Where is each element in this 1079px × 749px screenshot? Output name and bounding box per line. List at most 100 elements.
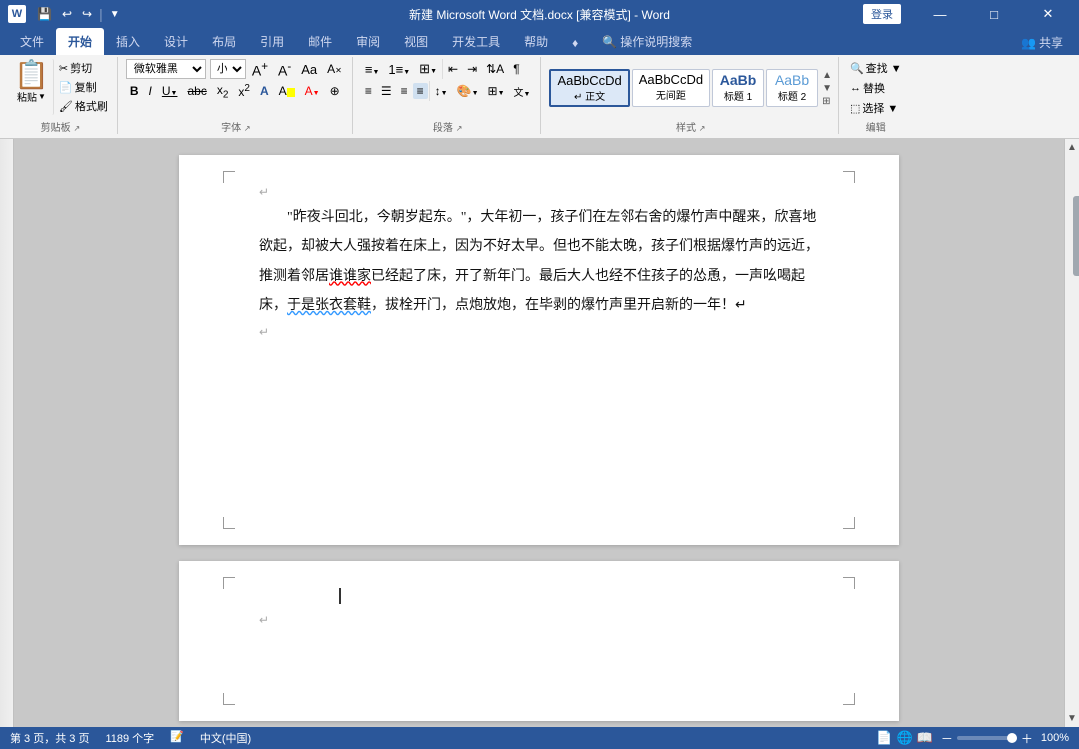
font-content: 微软雅黑 小四 A+ A- Aa A✕ B I U▼ xyxy=(126,59,346,117)
zoom-in-btn[interactable]: ＋ xyxy=(1021,730,1033,747)
page2-content[interactable]: ↵ xyxy=(179,561,899,647)
increase-indent-button[interactable]: ⇥ xyxy=(463,61,481,77)
tab-design[interactable]: 设计 xyxy=(152,28,200,55)
font-controls: 微软雅黑 小四 A+ A- Aa A✕ B I U▼ xyxy=(126,59,346,101)
select-button[interactable]: ⬚ 选择 ▼ xyxy=(847,99,905,117)
close-button[interactable]: ✕ xyxy=(1025,0,1071,28)
replace-button[interactable]: ↔ 替换 xyxy=(847,79,905,97)
decrease-indent-button[interactable]: ⇤ xyxy=(444,61,462,77)
scroll-up-arrow[interactable]: ▲ xyxy=(1065,139,1079,156)
vertical-scrollbar[interactable]: ▲ ▼ xyxy=(1064,139,1079,727)
cut-button[interactable]: ✂ 剪切 xyxy=(56,59,111,77)
title-bar-right: 登录 — □ ✕ xyxy=(863,0,1071,28)
web-layout-btn[interactable]: 🌐 xyxy=(896,730,912,746)
justify-button[interactable]: ≡ xyxy=(413,83,428,99)
para-text-3: ，拔栓开门，点炮放炮，在毕剥的爆竹声里开启新的一年！↵ xyxy=(371,298,747,313)
style-no-spacing-label: 无间距 xyxy=(639,87,703,102)
tab-file[interactable]: 文件 xyxy=(8,28,56,55)
style-heading2[interactable]: AaBb 标题 2 xyxy=(766,69,818,107)
text-cursor xyxy=(339,588,341,604)
redo-qa-btn[interactable]: ↪ xyxy=(79,5,95,23)
underline-button[interactable]: U▼ xyxy=(158,83,182,99)
tab-references[interactable]: 引用 xyxy=(248,28,296,55)
qa-dropdown[interactable]: ▼ xyxy=(107,7,123,22)
document-area[interactable]: ↵ "昨夜斗回北，今朝岁起东。"，大年初一，孩子们在左邻右舍的爆竹声中醒来，欣喜… xyxy=(14,139,1064,727)
style-normal[interactable]: AaBbCcDd ↵ 正文 xyxy=(549,69,629,107)
chinese-layout-button[interactable]: 文▼ xyxy=(510,83,535,100)
main-paragraph[interactable]: "昨夜斗回北，今朝岁起东。"，大年初一，孩子们在左邻右舍的爆竹声中醒来，欣喜地欲… xyxy=(259,203,819,321)
border-button[interactable]: ⊞▼ xyxy=(484,83,509,99)
font-size-select[interactable]: 小四 xyxy=(210,59,246,79)
strikethrough-button[interactable]: abc xyxy=(183,83,210,99)
save-qa-btn[interactable]: 💾 xyxy=(34,5,55,23)
tab-developer[interactable]: 开发工具 xyxy=(440,28,512,55)
tab-home[interactable]: 开始 xyxy=(56,28,104,55)
replace-icon: ↔ xyxy=(850,82,861,94)
copy-button[interactable]: 📄 复制 xyxy=(56,78,111,96)
zoom-percent[interactable]: 100% xyxy=(1041,732,1069,744)
clear-format-button[interactable]: A✕ xyxy=(323,61,346,77)
find-button[interactable]: 🔍 查找 ▼ xyxy=(847,59,905,77)
italic-button[interactable]: I xyxy=(145,83,156,99)
style-heading1[interactable]: AaBb 标题 1 xyxy=(712,69,764,107)
font-name-select[interactable]: 微软雅黑 xyxy=(126,59,206,79)
align-left-button[interactable]: ≡ xyxy=(361,83,376,99)
char-shading-button[interactable]: ⊕ xyxy=(326,83,344,99)
tab-help[interactable]: 帮助 xyxy=(512,28,560,55)
undo-qa-btn[interactable]: ↩ xyxy=(59,5,75,23)
styles-expand[interactable]: ⊞ xyxy=(822,96,832,107)
styles-scroll-down[interactable]: ▼ xyxy=(822,83,832,94)
numbered-list-button[interactable]: 1≡▼ xyxy=(384,61,414,78)
multilevel-list-button[interactable]: ⊞▼ xyxy=(415,60,441,78)
clipboard-buttons: 📋 粘贴▼ ✂ 剪切 📄 复制 🖌 格式刷 xyxy=(10,59,111,115)
tab-layout[interactable]: 布局 xyxy=(200,28,248,55)
change-case-button[interactable]: Aa xyxy=(297,61,321,78)
share-button[interactable]: 👥共享 xyxy=(1013,30,1071,55)
bullet-list-button[interactable]: ≡▼ xyxy=(361,61,384,78)
font-color-button[interactable]: A▼ xyxy=(301,83,324,99)
login-button[interactable]: 登录 xyxy=(863,4,901,24)
align-right-button[interactable]: ≡ xyxy=(397,83,412,99)
page-info: 第 3 页，共 3 页 xyxy=(10,730,89,746)
styles-scroll-up[interactable]: ▲ xyxy=(822,70,832,81)
tab-search[interactable]: 🔍 操作说明搜索 xyxy=(590,28,704,55)
tab-insert[interactable]: 插入 xyxy=(104,28,152,55)
print-layout-btn[interactable]: 📄 xyxy=(876,730,892,746)
bold-button[interactable]: B xyxy=(126,83,143,99)
tab-view[interactable]: 视图 xyxy=(392,28,440,55)
line-spacing-button[interactable]: ↕▼ xyxy=(431,83,452,99)
paste-button[interactable]: 📋 粘贴▼ xyxy=(10,59,54,115)
qa-separator: | xyxy=(99,6,103,22)
superscript-button[interactable]: x2 xyxy=(234,82,254,100)
styles-scroll-arrows: ▲ ▼ ⊞ xyxy=(822,70,832,107)
zoom-out-btn[interactable]: － xyxy=(941,730,953,747)
shading-button[interactable]: 🎨▼ xyxy=(453,83,483,99)
tab-mail[interactable]: 邮件 xyxy=(296,28,344,55)
clipboard-small-btns: ✂ 剪切 📄 复制 🖌 格式刷 xyxy=(56,59,111,115)
restore-button[interactable]: □ xyxy=(971,0,1017,28)
para-sep2 xyxy=(429,81,430,101)
show-marks-button[interactable]: ¶ xyxy=(509,61,523,77)
tab-review[interactable]: 审阅 xyxy=(344,28,392,55)
title-bar-left: W 💾 ↩ ↪ | ▼ xyxy=(8,5,123,23)
sort-button[interactable]: ⇅A xyxy=(482,61,508,77)
scroll-down-arrow[interactable]: ▼ xyxy=(1065,710,1079,727)
style-no-spacing[interactable]: AaBbCcDd 无间距 xyxy=(632,69,710,107)
para-controls: ≡▼ 1≡▼ ⊞▼ ⇤ ⇥ ⇅A ¶ ≡ ☰ ≡ ≡ xyxy=(361,59,535,101)
scroll-thumb[interactable] xyxy=(1073,196,1079,276)
clipboard-label: 剪贴板 ↗ xyxy=(41,119,80,134)
font-grow-button[interactable]: A+ xyxy=(248,59,272,80)
font-shrink-button[interactable]: A- xyxy=(274,59,295,80)
highlight-button[interactable]: A▬ xyxy=(275,83,299,99)
format-painter-button[interactable]: 🖌 格式刷 xyxy=(56,97,111,115)
return-mark-bottom: ↵ xyxy=(259,325,819,339)
zoom-slider[interactable] xyxy=(957,736,1017,740)
tab-diamond[interactable]: ♦ xyxy=(560,31,590,55)
align-center-button[interactable]: ☰ xyxy=(377,83,396,99)
minimize-button[interactable]: — xyxy=(917,0,963,28)
text-effects-button[interactable]: A xyxy=(256,83,273,99)
subscript-button[interactable]: x2 xyxy=(213,82,233,101)
window-title: 新建 Microsoft Word 文档.docx [兼容模式] - Word xyxy=(409,6,670,23)
para-text-underline-red: 谁谁家 xyxy=(329,269,371,284)
read-mode-btn[interactable]: 📖 xyxy=(917,730,933,746)
